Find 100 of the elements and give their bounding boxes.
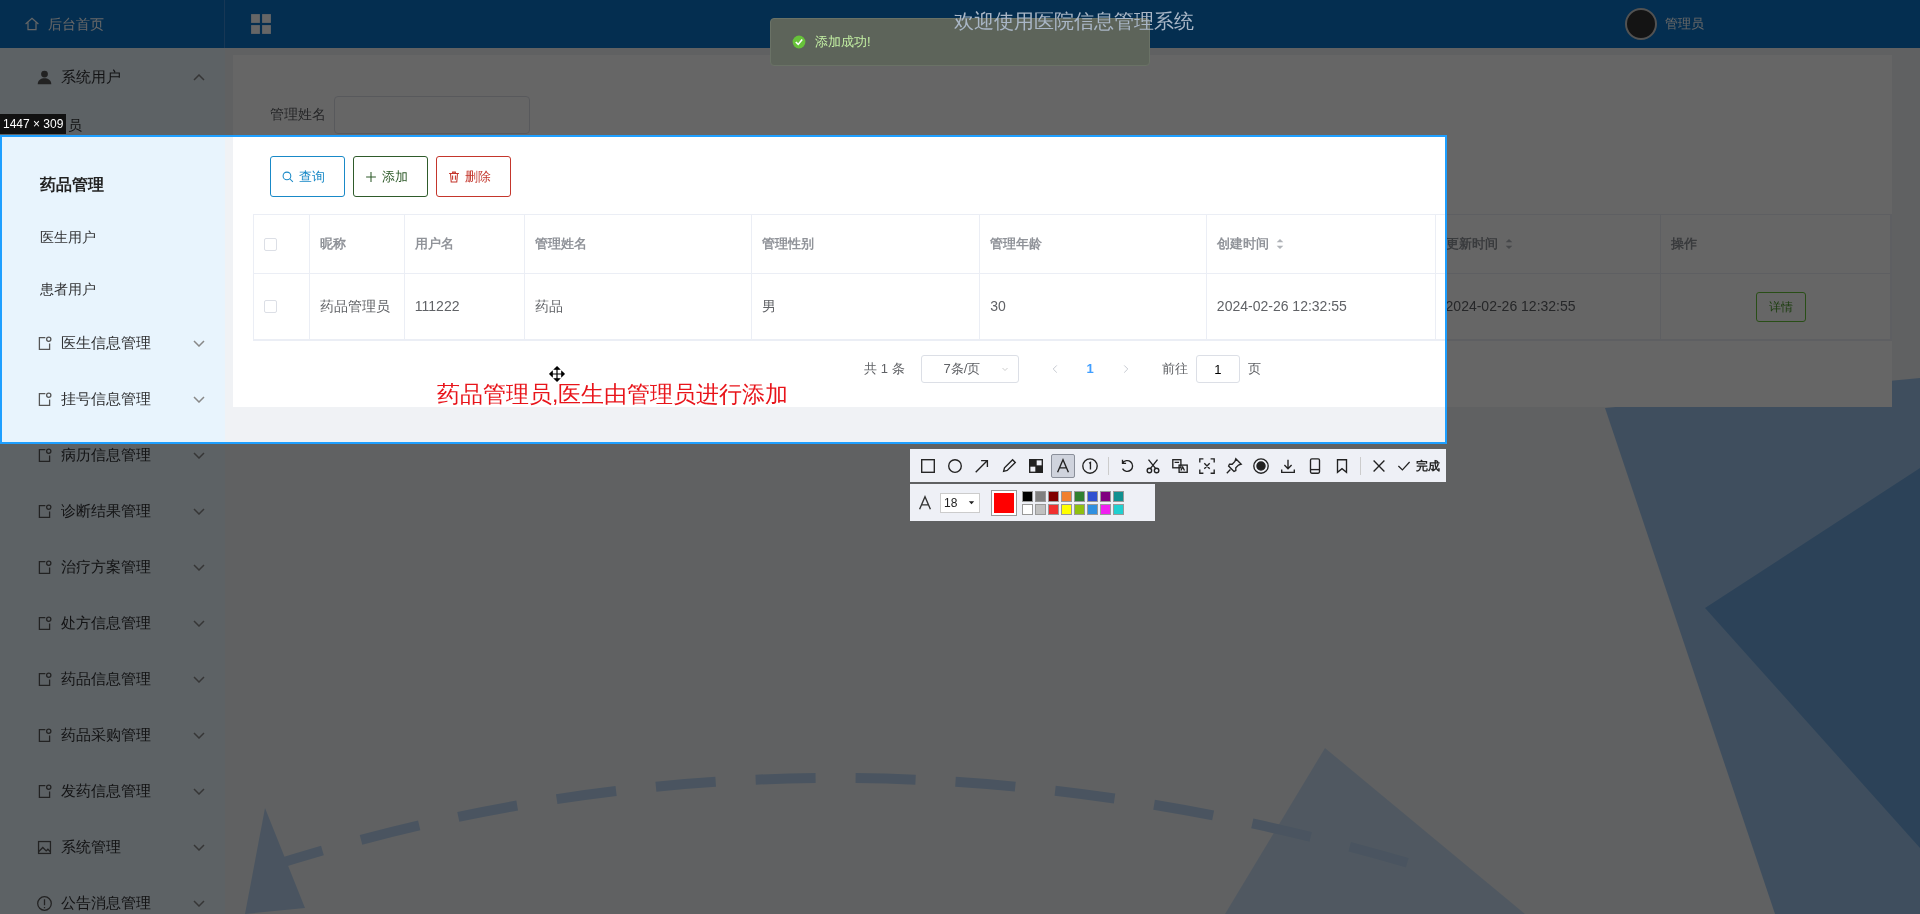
search-icon bbox=[281, 169, 295, 184]
menu-item[interactable]: 挂号信息管理 bbox=[0, 371, 225, 427]
page-number[interactable]: 1 bbox=[1076, 359, 1104, 379]
menu-item[interactable]: 发药信息管理 bbox=[0, 763, 225, 819]
move-cursor-icon bbox=[549, 366, 565, 382]
menu-item[interactable]: 药品采购管理 bbox=[0, 707, 225, 763]
font-icon bbox=[916, 493, 934, 512]
table-cell-text: 药品管理员 bbox=[319, 297, 390, 316]
info-icon bbox=[36, 894, 53, 912]
image-icon bbox=[36, 838, 53, 856]
home-icon bbox=[24, 16, 40, 32]
field-label: 管理姓名 bbox=[270, 105, 326, 124]
menu-item[interactable]: 公告消息管理 bbox=[0, 875, 225, 914]
column-header[interactable]: 管理姓名 bbox=[534, 234, 587, 254]
user-icon bbox=[36, 69, 53, 86]
table-cell-text: 30 bbox=[990, 297, 1006, 316]
menu-label: 发药信息管理 bbox=[61, 780, 152, 801]
column-header[interactable]: 创建时间 bbox=[1216, 234, 1269, 254]
avatar[interactable] bbox=[1625, 8, 1657, 40]
menu-label: 药品信息管理 bbox=[61, 668, 152, 689]
home-link[interactable]: 后台首页 bbox=[48, 13, 104, 35]
color-swatch[interactable] bbox=[1100, 490, 1111, 502]
page-size-select[interactable]: 7条/页 bbox=[920, 355, 1019, 383]
name-input[interactable] bbox=[334, 95, 530, 134]
table-cell-text: 111222 bbox=[414, 297, 460, 316]
text-tool[interactable] bbox=[1050, 453, 1075, 478]
done-button[interactable]: 完成 bbox=[1395, 456, 1440, 475]
menu-item[interactable]: 医生信息管理 bbox=[0, 315, 225, 371]
table-cell-text: 药品 bbox=[534, 297, 563, 316]
circle-icon bbox=[945, 456, 964, 475]
details-button[interactable]: 详情 bbox=[1755, 291, 1806, 322]
user-name[interactable]: 管理员 bbox=[1665, 14, 1704, 34]
menu-item[interactable]: 诊断结果管理 bbox=[0, 483, 225, 539]
search-button[interactable]: 查询 bbox=[270, 156, 345, 197]
color-swatch[interactable] bbox=[1087, 503, 1098, 515]
plus-icon bbox=[364, 169, 378, 184]
size-label: 1447 × 309 bbox=[0, 114, 67, 134]
color-swatch[interactable] bbox=[1100, 503, 1111, 515]
annotation-text: 药品管理员,医生由管理员进行添加 bbox=[437, 383, 789, 406]
scan-icon bbox=[1198, 456, 1217, 475]
color-swatch[interactable] bbox=[1087, 490, 1098, 502]
grid-icon[interactable] bbox=[250, 13, 272, 35]
document-icon bbox=[36, 726, 53, 744]
menu-item[interactable]: 治疗方案管理 bbox=[0, 539, 225, 595]
document-icon bbox=[36, 334, 53, 352]
select-all-checkbox[interactable] bbox=[264, 237, 277, 251]
document-icon bbox=[36, 670, 53, 688]
toast-message: 添加成功! bbox=[815, 33, 871, 52]
document-icon bbox=[36, 390, 53, 408]
column-header[interactable]: 用户名 bbox=[414, 234, 454, 254]
color-swatch[interactable] bbox=[1022, 503, 1033, 515]
document-icon bbox=[36, 502, 53, 520]
rectangle-icon bbox=[918, 456, 937, 475]
menu-item[interactable]: 药品信息管理 bbox=[0, 651, 225, 707]
color-swatch[interactable] bbox=[1061, 490, 1072, 502]
pin-icon bbox=[1225, 456, 1244, 475]
menu-item[interactable]: 系统管理 bbox=[0, 819, 225, 875]
color-swatch[interactable] bbox=[1048, 503, 1059, 515]
submenu-item[interactable]: 患者用户 bbox=[0, 263, 225, 315]
color-swatch[interactable] bbox=[1022, 490, 1033, 502]
record-icon bbox=[1252, 456, 1271, 475]
table-cell-text: 2024-02-26 12:32:55 bbox=[1445, 297, 1576, 316]
delete-button[interactable]: 删除 bbox=[436, 156, 511, 197]
submenu-item[interactable]: 药品管理 bbox=[0, 159, 225, 211]
column-header[interactable]: 管理年龄 bbox=[990, 234, 1043, 254]
color-swatch[interactable] bbox=[1035, 503, 1046, 515]
menu-label: 药品采购管理 bbox=[61, 724, 152, 745]
document-icon bbox=[36, 614, 53, 632]
menu-label: 处方信息管理 bbox=[61, 612, 152, 633]
color-swatch[interactable] bbox=[1048, 490, 1059, 502]
check-circle-icon bbox=[791, 34, 807, 50]
menu-label: 挂号信息管理 bbox=[61, 388, 152, 409]
color-swatch[interactable] bbox=[1035, 490, 1046, 502]
table-cell-text: 2024-02-26 12:32:55 bbox=[1216, 297, 1347, 316]
current-color-swatch[interactable] bbox=[992, 490, 1016, 515]
menu-label: 系统管理 bbox=[61, 836, 122, 857]
menu-label: 治疗方案管理 bbox=[61, 556, 152, 577]
color-swatch[interactable] bbox=[1113, 503, 1124, 515]
translate-icon bbox=[1171, 456, 1190, 475]
menu-label: 系统用户 bbox=[61, 67, 122, 88]
goto-label: 前往 bbox=[1161, 360, 1188, 379]
column-header[interactable]: 昵称 bbox=[319, 234, 346, 254]
menu-item[interactable]: 系统用户 bbox=[0, 48, 225, 107]
menu-item[interactable]: 处方信息管理 bbox=[0, 595, 225, 651]
mosaic-icon bbox=[1026, 456, 1045, 475]
color-swatch[interactable] bbox=[1061, 503, 1072, 515]
font-size-select[interactable]: 18 bbox=[940, 492, 980, 513]
add-button[interactable]: 添加 bbox=[353, 156, 428, 197]
menu-label: 医生信息管理 bbox=[61, 332, 152, 353]
total-count: 共 1 条 bbox=[864, 360, 905, 379]
menu-item[interactable]: 病历信息管理 bbox=[0, 427, 225, 483]
row-checkbox[interactable] bbox=[264, 300, 277, 313]
submenu-item[interactable]: 医生用户 bbox=[0, 211, 225, 263]
page-suffix: 页 bbox=[1247, 360, 1261, 379]
color-swatch[interactable] bbox=[1113, 490, 1124, 502]
column-header[interactable]: 管理性别 bbox=[762, 234, 815, 254]
table-cell-text: 男 bbox=[762, 297, 777, 316]
page-input[interactable]: 1 bbox=[1195, 355, 1240, 383]
color-swatch[interactable] bbox=[1074, 503, 1085, 515]
color-swatch[interactable] bbox=[1074, 490, 1085, 502]
